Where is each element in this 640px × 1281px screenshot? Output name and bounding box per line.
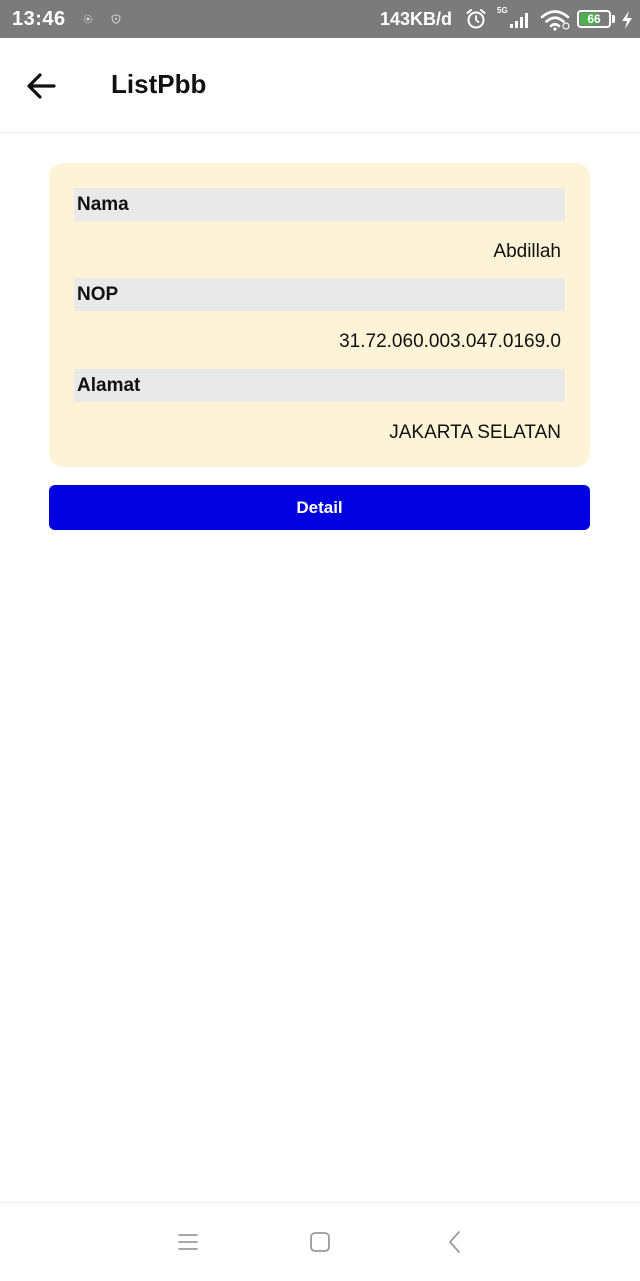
- field-label-nop: NOP: [77, 284, 119, 305]
- network-speed: 143KB/d: [380, 9, 453, 29]
- status-time: 13:46: [12, 8, 66, 30]
- shield-icon: [111, 14, 121, 24]
- field-label-bar-nama: Nama: [74, 188, 565, 221]
- page-title: ListPbb: [111, 69, 207, 99]
- field-label-nama: Nama: [77, 194, 129, 215]
- wifi-icon: [540, 10, 570, 31]
- app-bar: ListPbb: [0, 38, 640, 133]
- field-value-nama: Abdillah: [493, 241, 561, 262]
- field-value-nop: 31.72.060.003.047.0169.0: [339, 331, 561, 352]
- field-value-alamat: JAKARTA SELATAN: [389, 422, 561, 443]
- arrow-left-icon[interactable]: [20, 66, 64, 106]
- field-label-bar-alamat: Alamat: [74, 369, 565, 402]
- back-icon[interactable]: [442, 1229, 468, 1255]
- detail-button[interactable]: Detail: [49, 485, 590, 530]
- menu-icon[interactable]: [175, 1229, 201, 1255]
- alarm-icon: [466, 9, 486, 29]
- status-bar: 13:46 143KB/d 5G 66: [0, 0, 640, 38]
- home-icon[interactable]: [307, 1229, 333, 1255]
- field-label-alamat: Alamat: [77, 375, 141, 396]
- charging-icon: [622, 11, 632, 29]
- battery-level: 66: [587, 12, 601, 26]
- signal-icon: [510, 13, 528, 28]
- battery-icon: 66: [577, 10, 611, 28]
- network-type: 5G: [497, 6, 508, 15]
- system-nav-bar: [0, 1202, 640, 1281]
- field-label-bar-nop: NOP: [74, 278, 565, 311]
- pbb-info-card: Nama Abdillah NOP 31.72.060.003.047.0169…: [49, 163, 590, 467]
- battery-tip: [612, 15, 615, 23]
- cast-icon: [83, 14, 93, 24]
